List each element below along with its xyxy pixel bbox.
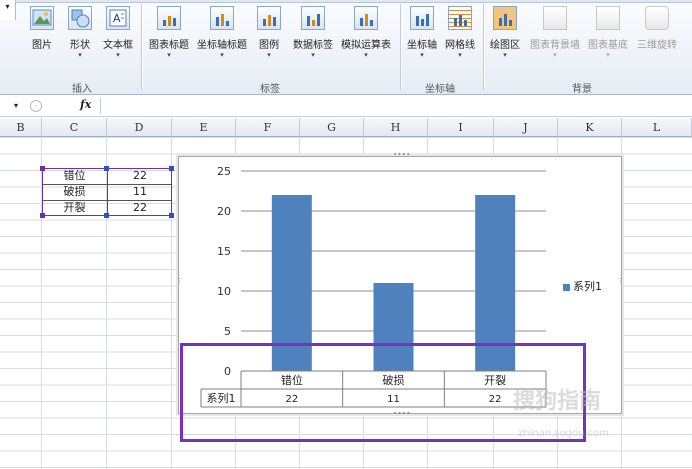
cell-c-label[interactable]: 破损: [43, 184, 106, 200]
cell-d-value[interactable]: 22: [107, 168, 171, 184]
chart-floor-button: 图表基底 ▾: [585, 6, 631, 68]
group-separator: [400, 4, 401, 90]
picture-button[interactable]: 图片: [27, 6, 57, 68]
picture-button-label: 图片: [32, 40, 52, 51]
y-tick-label: 10: [217, 285, 231, 298]
ribbon: ▾ 图片 形状 ▾ A 文本框 ▾ 插入 图表标题 ▾ 坐标轴标题 ▾ 图例 ▾: [0, 0, 692, 95]
insert-group-label: 插入: [72, 84, 92, 95]
picture-icon: [30, 6, 54, 30]
y-tick-label: 5: [224, 325, 231, 338]
group-separator: [483, 4, 484, 90]
chart-title-button-label: 图表标题: [149, 40, 189, 51]
axis-title-button-label: 坐标轴标题: [197, 40, 247, 51]
background-group-label: 背景: [572, 84, 592, 95]
chart-wall-dropdown-icon: ▾: [553, 51, 557, 59]
legend-button[interactable]: 图例 ▾: [254, 6, 284, 68]
column-header-g[interactable]: G: [300, 118, 364, 137]
3d-rotation-button-label: 三维旋转: [637, 40, 677, 51]
labels-group-label: 标签: [260, 84, 280, 95]
svg-text:A: A: [113, 12, 121, 25]
ribbon-scroll-left-icon[interactable]: ▾: [0, 0, 16, 20]
legend-dropdown-icon: ▾: [267, 51, 271, 59]
data-table-icon: [354, 6, 378, 30]
formula-bar: ▾ - fx: [0, 96, 692, 117]
column-header-h[interactable]: H: [364, 118, 428, 137]
chart-floor-dropdown-icon: ▾: [606, 51, 610, 59]
group-separator: [141, 4, 142, 90]
y-tick-label: 20: [217, 205, 231, 218]
column-header-f[interactable]: F: [236, 118, 300, 137]
gridlines-icon: [448, 6, 472, 30]
gridlines-button-label: 网格线: [445, 40, 475, 51]
shapes-button-label: 形状: [70, 40, 90, 51]
data-labels-button-label: 数据标签: [293, 40, 333, 51]
data-labels-icon: [301, 6, 325, 30]
column-header-k[interactable]: K: [558, 118, 622, 137]
name-box[interactable]: ▾: [0, 98, 26, 114]
watermark-url: zhinan.sogou.com: [518, 428, 610, 439]
column-header-c[interactable]: C: [42, 118, 107, 137]
axes-dropdown-icon: ▾: [420, 51, 424, 59]
column-header-l[interactable]: L: [622, 118, 692, 137]
textbox-dropdown-icon: ▾: [116, 51, 120, 59]
data-labels-dropdown-icon: ▾: [311, 51, 315, 59]
legend-button-label: 图例: [259, 40, 279, 51]
chart-wall-button-label: 图表背景墙: [530, 40, 580, 51]
chart-title-dropdown-icon: ▾: [167, 51, 171, 59]
axes-group-label: 坐标轴: [425, 84, 455, 95]
chart-title-icon: [157, 6, 181, 30]
formula-buttons: - fx: [28, 98, 98, 114]
axis-title-button[interactable]: 坐标轴标题 ▾: [193, 6, 251, 68]
watermark-text: 搜狗指南: [513, 389, 602, 414]
shapes-dropdown-icon: ▾: [78, 51, 82, 59]
textbox-button[interactable]: A 文本框 ▾: [100, 6, 136, 68]
chart-wall-button: 图表背景墙 ▾: [527, 6, 583, 68]
column-header-e[interactable]: E: [172, 118, 236, 137]
legend-icon: [257, 6, 281, 30]
formula-input[interactable]: [100, 98, 692, 114]
ribbon-top-border: [0, 0, 692, 3]
textbox-button-label: 文本框: [103, 40, 133, 51]
cancel-circle-icon[interactable]: -: [30, 100, 42, 112]
chart-legend[interactable]: 系列1: [563, 278, 602, 294]
cell-d-value[interactable]: 11: [107, 184, 171, 200]
y-tick-label: 15: [217, 245, 231, 258]
cell-c-label[interactable]: 错位: [43, 168, 106, 184]
chart-floor-icon: [596, 6, 620, 30]
gridlines-button[interactable]: 网格线 ▾: [442, 6, 478, 68]
chart-title-button[interactable]: 图表标题 ▾: [146, 6, 192, 68]
data-table-button[interactable]: 模拟运算表 ▾: [338, 6, 394, 68]
axes-button[interactable]: 坐标轴 ▾: [404, 6, 440, 68]
axes-button-label: 坐标轴: [407, 40, 437, 51]
column-header-b[interactable]: B: [0, 118, 42, 137]
column-header-j[interactable]: J: [494, 118, 558, 137]
3d-rotation-button: 三维旋转: [634, 6, 680, 68]
axis-title-dropdown-icon: ▾: [220, 51, 224, 59]
textbox-icon: A: [106, 6, 130, 30]
shapes-button[interactable]: 形状 ▾: [63, 6, 97, 68]
insert-function-button[interactable]: fx: [80, 98, 91, 111]
plot-area-dropdown-icon: ▾: [503, 51, 507, 59]
cell-d-value[interactable]: 22: [107, 200, 171, 216]
gridlines-dropdown-icon: ▾: [458, 51, 462, 59]
column-header-i[interactable]: I: [428, 118, 494, 137]
chart-floor-button-label: 图表基底: [588, 40, 628, 51]
data-table-button-label: 模拟运算表: [341, 40, 391, 51]
column-header-d[interactable]: D: [107, 118, 172, 137]
axis-title-icon: [210, 6, 234, 30]
cell-c-label[interactable]: 开裂: [43, 200, 106, 216]
axes-icon: [410, 6, 434, 30]
data-table-dropdown-icon: ▾: [364, 51, 368, 59]
legend-series-name: 系列1: [573, 280, 602, 293]
3d-rotation-icon: [645, 6, 669, 30]
plot-area-button[interactable]: 绘图区 ▾: [487, 6, 523, 68]
y-tick-label: 25: [217, 165, 231, 178]
plot-area-icon: [493, 6, 517, 30]
data-labels-button[interactable]: 数据标签 ▾: [290, 6, 336, 68]
legend-swatch: [563, 283, 570, 291]
chart-wall-icon: [543, 6, 567, 30]
shapes-icon: [68, 6, 92, 30]
plot-area-button-label: 绘图区: [490, 40, 520, 51]
